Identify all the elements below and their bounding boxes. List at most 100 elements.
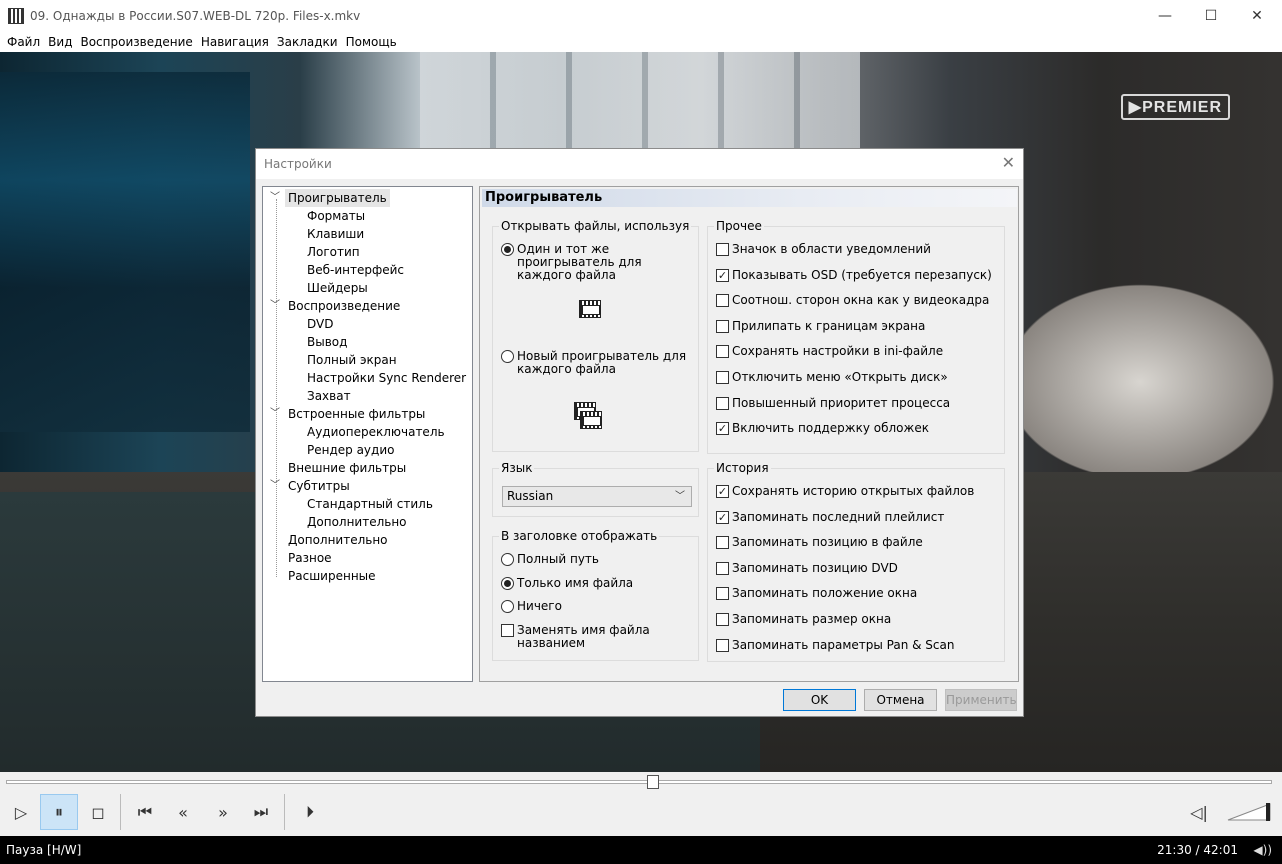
time-display: 21:30 / 42:01 xyxy=(1157,843,1238,857)
new-player-radio[interactable] xyxy=(501,350,514,363)
tree-expander-icon[interactable]: ﹀ xyxy=(270,189,280,207)
open-files-label: Открывать файлы, используя xyxy=(499,219,692,233)
tree-item[interactable]: Стандартный стиль xyxy=(307,495,433,513)
checkbox-checked[interactable]: ✓ xyxy=(716,268,729,282)
checkbox-label: Отключить меню «Открыть диск» xyxy=(732,370,948,384)
checkbox-option[interactable]: Отключить меню «Открыть диск» xyxy=(716,371,948,384)
stop-button[interactable]: ◻ xyxy=(79,794,117,830)
checkbox-unchecked[interactable] xyxy=(716,396,729,410)
menu-navigation[interactable]: Навигация xyxy=(198,35,272,49)
checkbox-unchecked[interactable] xyxy=(716,587,729,601)
checkbox-unchecked[interactable] xyxy=(716,319,729,333)
volume-slider[interactable] xyxy=(1226,802,1274,822)
checkbox-option[interactable]: Значок в области уведомлений xyxy=(716,243,931,256)
tree-item[interactable]: Проигрыватель xyxy=(285,189,390,207)
tree-item[interactable]: Субтитры xyxy=(288,477,350,495)
language-select[interactable]: Russian ﹀ xyxy=(502,486,692,507)
checkbox-option[interactable]: Прилипать к границам экрана xyxy=(716,319,925,333)
tree-item[interactable]: Расширенные xyxy=(288,567,376,585)
pause-button[interactable]: ⏸ xyxy=(40,794,78,830)
tree-expander-icon[interactable]: ﹀ xyxy=(270,297,280,315)
checkbox-option[interactable]: Запоминать позицию в файле xyxy=(716,536,923,550)
checkbox-checked[interactable]: ✓ xyxy=(716,510,729,524)
tree-item[interactable]: Воспроизведение xyxy=(288,297,400,315)
dialog-close-icon[interactable]: ✕ xyxy=(1002,153,1015,172)
audio-status-icon: ◀)) xyxy=(1253,843,1272,857)
tree-item[interactable]: Аудиопереключатель xyxy=(307,423,445,441)
checkbox-option[interactable]: Запоминать позицию DVD xyxy=(716,561,898,575)
tree-item[interactable]: Клавиши xyxy=(307,225,364,243)
tree-item[interactable]: Логотип xyxy=(307,243,360,261)
checkbox-option[interactable]: ✓ Сохранять историю открытых файлов xyxy=(716,485,974,498)
checkbox-option[interactable]: Повышенный приоритет процесса xyxy=(716,396,950,410)
same-player-radio[interactable] xyxy=(501,243,514,256)
audio-icon[interactable]: ◁| xyxy=(1180,794,1218,830)
checkbox-option[interactable]: Соотнош. сторон окна как у видеокадра xyxy=(716,294,989,308)
same-player-option[interactable]: Один и тот же проигрыватель для каждого … xyxy=(501,243,696,282)
tree-item[interactable]: Вывод xyxy=(307,333,347,351)
tree-item[interactable]: Дополнительно xyxy=(288,531,388,549)
menu-file[interactable]: Файл xyxy=(4,35,43,49)
play-button[interactable]: ▷ xyxy=(2,794,40,830)
forward-button[interactable]: » xyxy=(204,794,242,830)
checkbox-option[interactable]: ✓ Включить поддержку обложек xyxy=(716,422,929,436)
menu-help[interactable]: Помощь xyxy=(343,35,400,49)
tree-item[interactable]: Веб-интерфейс xyxy=(307,261,404,279)
tree-item[interactable]: Внешние фильтры xyxy=(288,459,406,477)
ok-button[interactable]: OK xyxy=(783,689,856,711)
tree-item[interactable]: Шейдеры xyxy=(307,279,368,297)
checkbox-unchecked[interactable] xyxy=(716,613,729,626)
cancel-button[interactable]: Отмена xyxy=(864,689,937,711)
close-button[interactable]: ✕ xyxy=(1234,0,1280,32)
checkbox-unchecked[interactable] xyxy=(716,536,729,550)
checkbox-unchecked[interactable] xyxy=(716,345,729,359)
checkbox-unchecked[interactable] xyxy=(716,561,729,575)
checkbox-unchecked[interactable] xyxy=(716,371,729,384)
full-path-radio[interactable] xyxy=(501,553,514,566)
dialog-title-bar: Настройки xyxy=(256,149,1023,179)
tree-expander-icon[interactable]: ﹀ xyxy=(270,405,280,423)
nothing-radio[interactable] xyxy=(501,600,514,613)
tree-expander-icon[interactable]: ﹀ xyxy=(270,477,280,495)
checkbox-option[interactable]: ✓ Показывать OSD (требуется перезапуск) xyxy=(716,268,992,282)
file-name-radio[interactable] xyxy=(501,577,514,590)
seek-bar[interactable] xyxy=(6,780,1272,784)
tree-item[interactable]: Полный экран xyxy=(307,351,397,369)
checkbox-label: Сохранять настройки в ini-файле xyxy=(732,344,944,359)
apply-button[interactable]: Применить xyxy=(945,689,1017,711)
checkbox-option[interactable]: ✓ Запоминать последний плейлист xyxy=(716,510,944,524)
tree-item[interactable]: Разное xyxy=(288,549,332,567)
next-button[interactable]: ⏭ xyxy=(242,794,280,830)
checkbox-option[interactable]: Запоминать параметры Pan & Scan xyxy=(716,638,954,652)
replace-name-checkbox[interactable] xyxy=(501,624,514,637)
tree-item[interactable]: Дополнительно xyxy=(307,513,407,531)
seek-thumb[interactable] xyxy=(646,775,659,789)
tree-item[interactable]: Форматы xyxy=(307,207,365,225)
checkbox-unchecked[interactable] xyxy=(716,294,729,308)
rewind-button[interactable]: « xyxy=(164,794,202,830)
tree-item[interactable]: Рендер аудио xyxy=(307,441,394,459)
checkbox-checked[interactable]: ✓ xyxy=(716,422,729,436)
checkbox-option[interactable]: Запоминать положение окна xyxy=(716,587,917,601)
tree-item[interactable]: Настройки Sync Renderer xyxy=(307,369,466,387)
maximize-button[interactable]: ☐ xyxy=(1188,0,1234,32)
checkbox-checked[interactable]: ✓ xyxy=(716,485,729,498)
menu-bookmarks[interactable]: Закладки xyxy=(274,35,341,49)
new-player-option[interactable]: Новый проигрыватель для каждого файла xyxy=(501,350,696,376)
file-name-option[interactable]: Только имя файла xyxy=(501,577,633,590)
tree-item[interactable]: Захват xyxy=(307,387,351,405)
checkbox-option[interactable]: Запоминать размер окна xyxy=(716,613,891,626)
checkbox-unchecked[interactable] xyxy=(716,243,729,256)
tree-item[interactable]: DVD xyxy=(307,315,333,333)
replace-name-option[interactable]: Заменять имя файла названием xyxy=(501,624,698,650)
prev-button[interactable]: ⏮ xyxy=(126,794,164,830)
checkbox-unchecked[interactable] xyxy=(716,638,729,652)
frame-step-button[interactable]: ⏵ xyxy=(291,794,329,830)
tree-item[interactable]: Встроенные фильтры xyxy=(288,405,425,423)
menu-playback[interactable]: Воспроизведение xyxy=(77,35,195,49)
full-path-option[interactable]: Полный путь xyxy=(501,553,599,566)
checkbox-option[interactable]: Сохранять настройки в ini-файле xyxy=(716,344,944,359)
nothing-option[interactable]: Ничего xyxy=(501,600,562,613)
menu-view[interactable]: Вид xyxy=(45,35,75,49)
minimize-button[interactable]: — xyxy=(1142,0,1188,32)
